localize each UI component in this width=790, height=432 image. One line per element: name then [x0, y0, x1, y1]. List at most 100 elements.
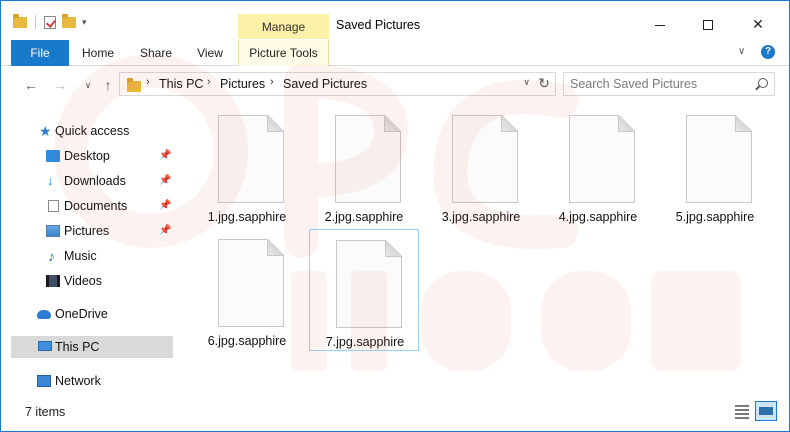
- sidebar-item-this-pc[interactable]: This PC: [11, 336, 173, 358]
- computer-icon: [38, 341, 52, 351]
- sidebar-item-downloads[interactable]: ↓ Downloads 📌: [1, 170, 173, 192]
- sidebar-item-label: Quick access: [55, 124, 130, 138]
- sidebar-item-documents[interactable]: Documents 📌: [1, 195, 173, 217]
- file-list: 1.jpg.sapphire 2.jpg.sapphire 3.jpg.sapp…: [181, 105, 789, 399]
- refresh-icon[interactable]: ↻: [538, 75, 550, 92]
- new-folder-icon[interactable]: [62, 13, 76, 28]
- file-icon: [218, 239, 284, 327]
- search-placeholder: Search Saved Pictures: [570, 77, 698, 91]
- item-count: 7 items: [25, 405, 66, 419]
- large-icons-view-icon[interactable]: [755, 401, 777, 421]
- breadcrumb-pictures[interactable]: Pictures: [220, 77, 265, 91]
- ribbon-tabs: File Home Share View Picture Tools ∨ ?: [1, 39, 789, 66]
- help-icon[interactable]: ?: [761, 45, 775, 59]
- up-arrow-icon[interactable]: ↑: [99, 76, 117, 94]
- documents-icon: [48, 200, 59, 212]
- sidebar-item-label: Videos: [64, 274, 102, 288]
- manage-tab-group: Manage: [238, 14, 329, 40]
- search-icon[interactable]: [758, 78, 768, 88]
- file-icon: [335, 115, 401, 203]
- sidebar-item-label: Downloads: [64, 174, 126, 188]
- file-name: 6.jpg.sapphire: [207, 334, 287, 348]
- tab-file[interactable]: File: [11, 40, 69, 66]
- breadcrumb-this-pc[interactable]: This PC: [159, 77, 203, 91]
- minimize-button[interactable]: [637, 11, 683, 37]
- breadcrumb-chevron-icon[interactable]: ›: [207, 76, 211, 88]
- quick-access-toolbar: ▾: [13, 13, 87, 29]
- details-view-icon[interactable]: [734, 403, 750, 419]
- sidebar-item-label: Documents: [64, 199, 128, 213]
- folder-icon: [127, 78, 141, 92]
- sidebar-item-label: Music: [64, 249, 97, 263]
- star-icon: ★: [39, 123, 52, 139]
- recent-locations-chevron-icon[interactable]: ∨: [79, 76, 97, 94]
- file-item[interactable]: 3.jpg.sapphire: [426, 105, 536, 227]
- pin-icon[interactable]: 📌: [159, 195, 171, 217]
- window-title: Saved Pictures: [336, 18, 421, 32]
- address-history-chevron-icon[interactable]: ∨: [523, 77, 530, 88]
- navigation-pane: ★ Quick access Desktop 📌 ↓ Downloads 📌 D…: [1, 105, 181, 401]
- breadcrumb-chevron-icon[interactable]: ›: [270, 76, 274, 88]
- sidebar-item-label: This PC: [55, 340, 100, 354]
- toolbar-divider: [35, 15, 36, 29]
- file-item[interactable]: 2.jpg.sapphire: [309, 105, 419, 227]
- cloud-icon: [37, 310, 51, 319]
- sidebar-item-pictures[interactable]: Pictures 📌: [1, 220, 173, 242]
- file-icon: [336, 240, 402, 328]
- tab-home[interactable]: Home: [81, 40, 115, 66]
- sidebar-item-desktop[interactable]: Desktop 📌: [1, 145, 173, 167]
- music-icon: ♪: [48, 248, 55, 264]
- sidebar-item-label: OneDrive: [55, 307, 108, 321]
- sidebar-item-onedrive[interactable]: OneDrive: [1, 303, 173, 325]
- videos-icon: [46, 275, 60, 287]
- expand-ribbon-chevron-icon[interactable]: ∨: [738, 46, 745, 57]
- address-bar[interactable]: › This PC › Pictures › Saved Pictures ∨ …: [119, 72, 556, 96]
- file-item[interactable]: 1.jpg.sapphire: [192, 105, 302, 227]
- file-item[interactable]: 6.jpg.sapphire: [192, 229, 302, 351]
- pin-icon[interactable]: 📌: [159, 220, 171, 242]
- tab-share[interactable]: Share: [136, 40, 176, 66]
- sidebar-item-quick-access[interactable]: ★ Quick access: [1, 120, 173, 142]
- downloads-icon: ↓: [47, 173, 54, 188]
- sidebar-item-label: Pictures: [64, 224, 110, 238]
- sidebar-item-label: Network: [55, 374, 101, 388]
- breadcrumb-saved-pictures[interactable]: Saved Pictures: [283, 77, 367, 91]
- tab-picture-tools[interactable]: Picture Tools: [238, 40, 329, 66]
- tab-view[interactable]: View: [194, 40, 226, 66]
- file-item[interactable]: 7.jpg.sapphire: [309, 229, 419, 351]
- maximize-button[interactable]: [685, 11, 731, 37]
- file-icon: [218, 115, 284, 203]
- explorer-window: ▾ Manage Saved Pictures ✕ File Home Shar…: [0, 0, 790, 432]
- close-button[interactable]: ✕: [735, 11, 781, 37]
- forward-arrow-icon[interactable]: →: [51, 76, 69, 94]
- file-icon: [569, 115, 635, 203]
- file-item[interactable]: 5.jpg.sapphire: [660, 105, 770, 227]
- file-name: 2.jpg.sapphire: [324, 210, 404, 224]
- folder-icon: [13, 13, 27, 28]
- pictures-icon: [46, 225, 60, 237]
- network-icon: [37, 375, 51, 387]
- sidebar-item-network[interactable]: Network: [1, 370, 173, 392]
- breadcrumb-chevron-icon[interactable]: ›: [146, 76, 150, 88]
- desktop-icon: [46, 150, 60, 162]
- close-icon: ✕: [752, 16, 764, 32]
- maximize-icon: [703, 20, 713, 31]
- search-box[interactable]: Search Saved Pictures: [563, 72, 775, 96]
- file-icon: [452, 115, 518, 203]
- sidebar-item-music[interactable]: ♪ Music: [1, 245, 173, 267]
- file-item[interactable]: 4.jpg.sapphire: [543, 105, 653, 227]
- file-name: 4.jpg.sapphire: [558, 210, 638, 224]
- pin-icon[interactable]: 📌: [159, 145, 171, 167]
- sidebar-item-label: Desktop: [64, 149, 110, 163]
- minimize-icon: [655, 24, 665, 26]
- customize-toolbar-chevron-icon[interactable]: ▾: [82, 17, 87, 28]
- sidebar-item-videos[interactable]: Videos: [1, 270, 173, 292]
- file-name: 3.jpg.sapphire: [441, 210, 521, 224]
- pin-icon[interactable]: 📌: [159, 170, 171, 192]
- address-bar-row: ← → ∨ ↑ › This PC › Pictures › Saved Pic…: [1, 67, 789, 103]
- file-name: 1.jpg.sapphire: [207, 210, 287, 224]
- properties-icon[interactable]: [44, 15, 56, 29]
- back-arrow-icon[interactable]: ←: [22, 76, 40, 94]
- title-bar: ▾ Manage Saved Pictures ✕: [1, 1, 789, 40]
- file-name: 7.jpg.sapphire: [325, 335, 405, 349]
